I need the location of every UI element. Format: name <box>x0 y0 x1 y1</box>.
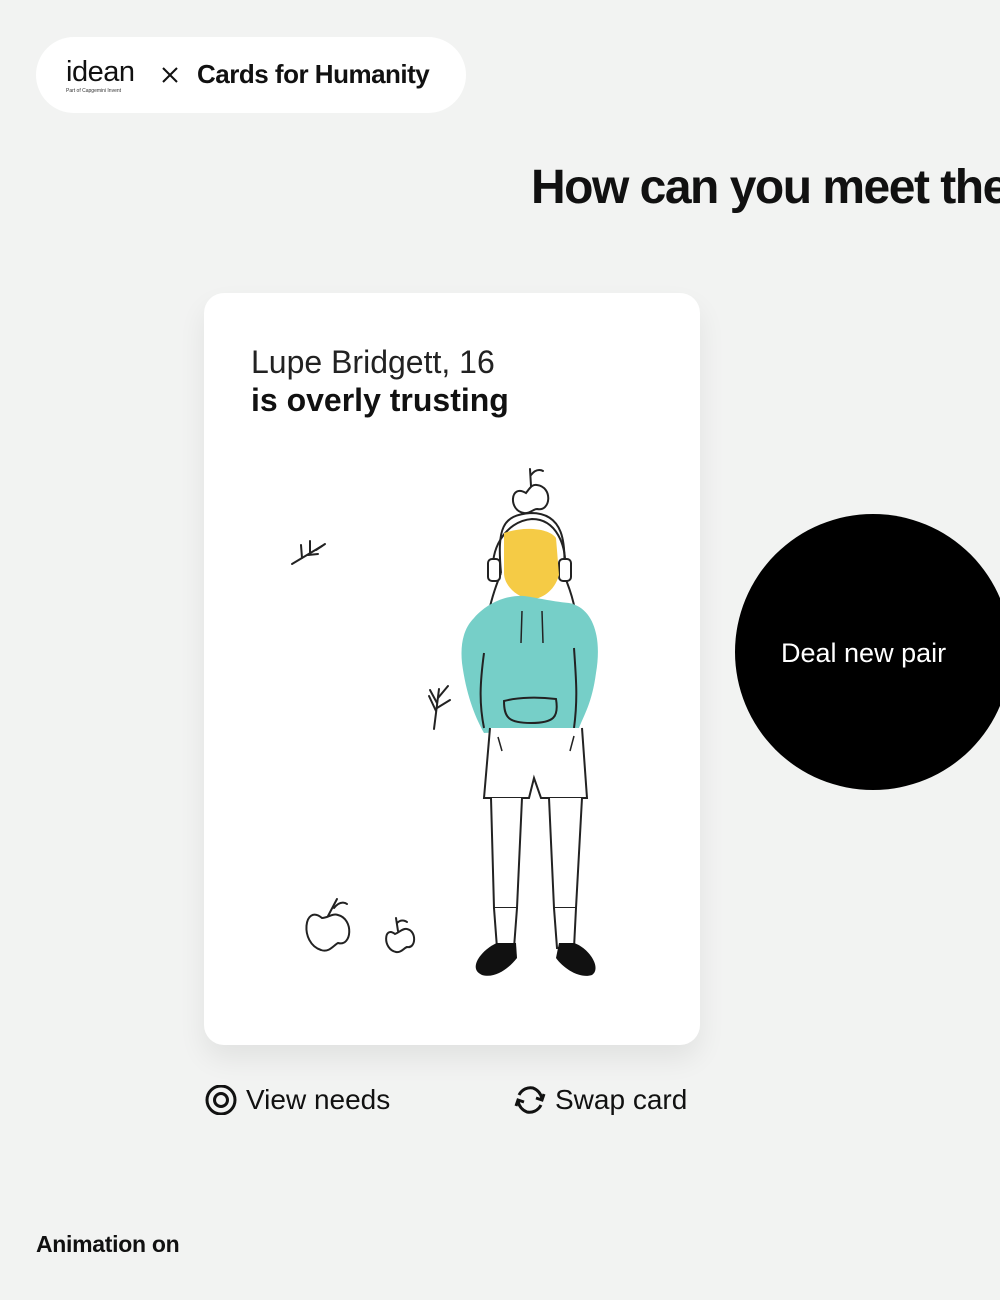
apple-icon <box>385 917 416 954</box>
persona-illustration <box>291 468 598 976</box>
idean-logo-text: idean <box>66 56 135 88</box>
swap-card-button[interactable]: Swap card <box>513 1080 687 1120</box>
refresh-icon <box>514 1086 546 1114</box>
idean-logo-subtext: Part of Capgemini Invent <box>66 88 122 94</box>
headline-container: How can you meet the <box>0 140 1000 230</box>
view-needs-label: View needs <box>246 1084 391 1115</box>
persona-trait: is overly trusting <box>251 382 509 418</box>
swap-card-label: Swap card <box>555 1084 688 1115</box>
animation-toggle[interactable]: Animation on <box>36 1228 180 1260</box>
deal-new-pair-label: Deal new pair <box>781 638 947 668</box>
persona-name: Lupe Bridgett, 16 <box>251 344 495 380</box>
plant-sprig-icon <box>428 685 451 730</box>
view-needs-button[interactable]: View needs <box>204 1080 390 1120</box>
page-headline: How can you meet the <box>531 161 1000 214</box>
product-name: Cards for Humanity <box>197 59 430 89</box>
apple-icon <box>305 898 351 952</box>
deal-new-pair-button[interactable]: Deal new pair <box>735 514 1000 790</box>
times-icon <box>162 67 178 83</box>
eye-icon <box>205 1085 237 1115</box>
plant-sprig-icon <box>291 540 326 565</box>
person-figure <box>461 468 598 976</box>
brand-pill[interactable]: idean Part of Capgemini Invent Cards for… <box>36 37 466 113</box>
persona-card: Lupe Bridgett, 16 is overly trusting <box>204 293 700 1045</box>
idean-logo: idean Part of Capgemini Invent <box>66 55 146 97</box>
